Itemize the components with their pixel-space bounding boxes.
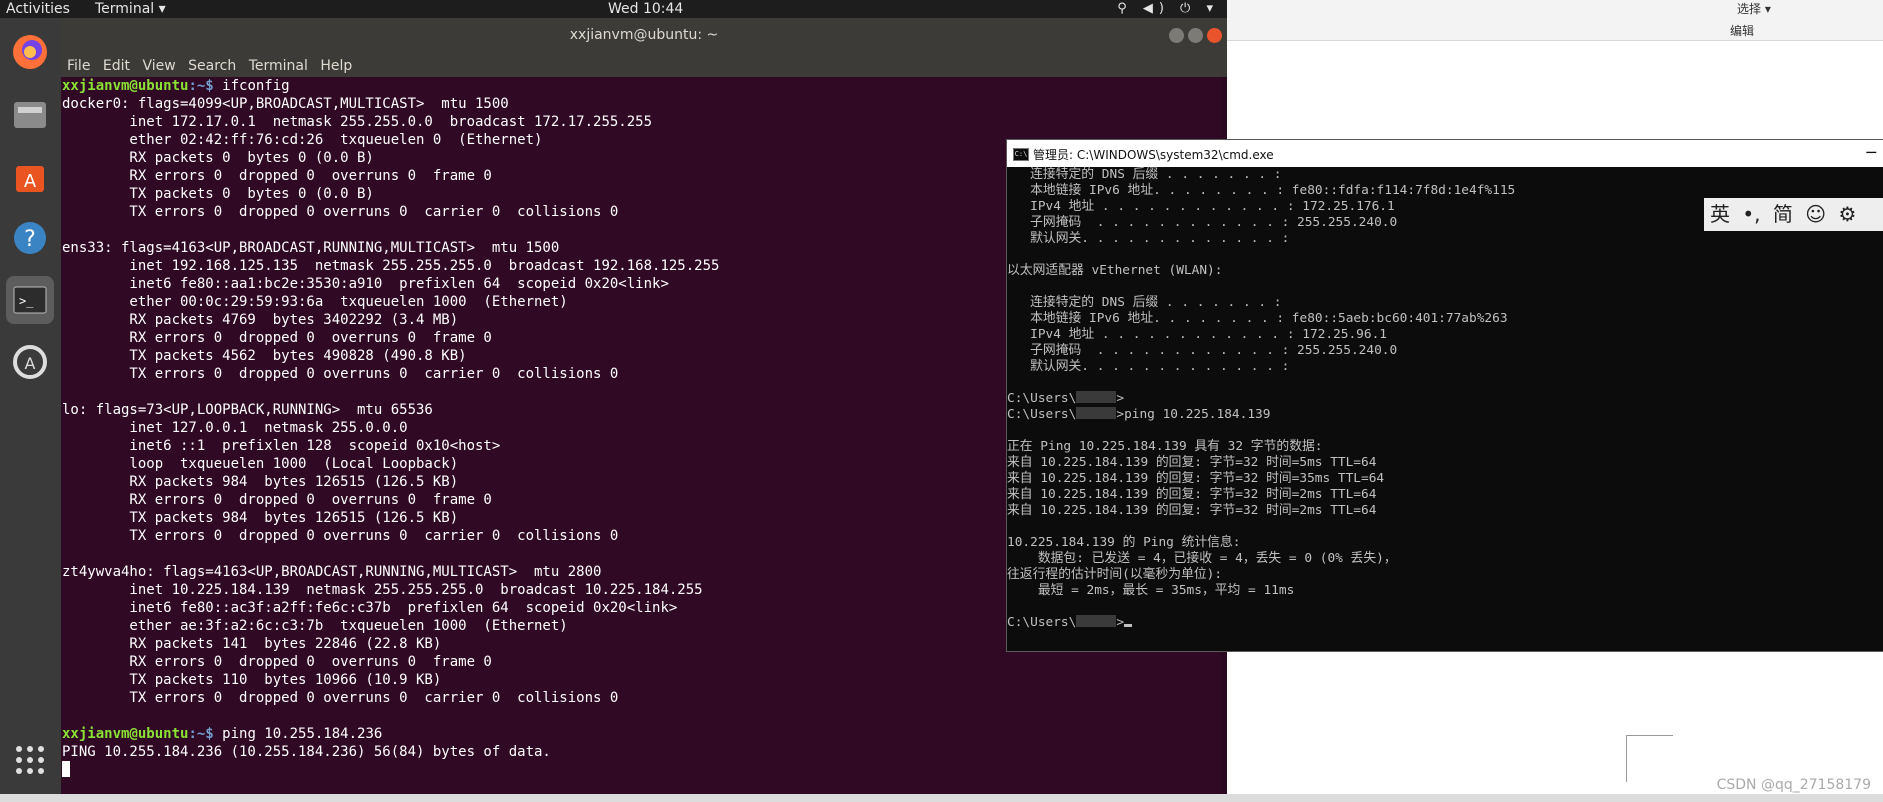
activities-button[interactable]: Activities [6, 0, 70, 18]
terminal-cursor [62, 761, 70, 777]
redacted-username [1076, 391, 1117, 403]
prompt-path: :~$ [188, 726, 223, 742]
select-button[interactable]: 选择 ▾ [1737, 0, 1771, 17]
cmd-prompt-prefix: C:\Users\ [1007, 391, 1077, 406]
close-button[interactable] [1207, 28, 1222, 43]
cmd-app-icon: C:\ [1013, 148, 1029, 161]
ping-output: PING 10.255.184.236 (10.255.184.236) 56(… [62, 744, 551, 760]
menu-terminal[interactable]: Terminal [249, 55, 308, 77]
status-strip [0, 794, 1883, 802]
gnome-top-bar: Activities Terminal ▾ Wed 10:44 ⚲ ◀) ⏻ ▾ [0, 0, 1227, 18]
watermark: CSDN @qq_27158179 [1716, 777, 1871, 793]
terminal-titlebar[interactable]: xxjianvm@ubuntu: ~ [61, 18, 1227, 55]
gear-icon[interactable]: ⚙ [1838, 198, 1856, 231]
ime-punctuation-toggle[interactable]: •, [1742, 198, 1760, 231]
ipconfig-output: 连接特定的 DNS 后缀 . . . . . . . : 本地链接 IPv6 地… [1007, 167, 1516, 374]
command-ifconfig: ifconfig [222, 78, 290, 94]
clock[interactable]: Wed 10:44 [608, 0, 683, 18]
menu-edit[interactable]: Edit [103, 55, 130, 77]
minimize-icon[interactable]: ─ [1866, 143, 1876, 162]
svg-text:A: A [25, 354, 36, 373]
terminal-menubar: File Edit View Search Terminal Help [61, 55, 1227, 77]
terminal-title: xxjianvm@ubuntu: ~ [569, 27, 719, 43]
firefox-icon[interactable] [6, 28, 54, 76]
document-corner-mark [1626, 735, 1673, 782]
files-icon[interactable] [6, 90, 54, 138]
prompt-user: xxjianvm@ubuntu [62, 726, 189, 742]
menu-search[interactable]: Search [188, 55, 236, 77]
cmd-title: 管理员: C:\WINDOWS\system32\cmd.exe [1033, 148, 1274, 162]
minimize-button[interactable] [1169, 28, 1184, 43]
cmd-prompt-end: > [1116, 407, 1125, 422]
cmd-prompt-end: > [1116, 615, 1125, 630]
prompt-user: xxjianvm@ubuntu [62, 78, 189, 94]
svg-text:?: ? [24, 227, 36, 252]
cmd-prompt-prefix: C:\Users\ [1007, 407, 1077, 422]
ime-language-toggle[interactable]: 英 [1710, 198, 1730, 231]
cmd-cursor [1124, 624, 1133, 627]
system-tray[interactable]: ⚲ ◀) ⏻ ▾ [1117, 0, 1219, 18]
cmd-prompt-end: > [1116, 391, 1125, 406]
edit-group-label: 编辑 [1730, 24, 1755, 38]
ime-toolbar: 英 •, 简 ☺ ⚙ [1704, 198, 1883, 231]
redacted-username [1076, 615, 1117, 627]
menu-file[interactable]: File [67, 55, 90, 77]
menu-help[interactable]: Help [320, 55, 352, 77]
ubuntu-dock: A ? >_ A [0, 18, 61, 794]
cmd-ping-command: ping 10.225.184.139 [1124, 407, 1271, 422]
software-center-icon[interactable]: A [6, 152, 54, 200]
prompt-path: :~$ [188, 78, 223, 94]
command-ping: ping 10.255.184.236 [222, 726, 383, 742]
menu-view[interactable]: View [142, 55, 175, 77]
emoji-icon[interactable]: ☺ [1805, 198, 1826, 231]
svg-text:>_: >_ [19, 294, 34, 308]
svg-text:A: A [24, 171, 37, 192]
ping-results: 正在 Ping 10.225.184.139 具有 32 字节的数据: 来自 1… [1007, 439, 1397, 598]
help-icon[interactable]: ? [6, 214, 54, 262]
show-applications-icon[interactable] [6, 736, 54, 784]
cmd-prompt-prefix: C:\Users\ [1007, 615, 1077, 630]
maximize-button[interactable] [1188, 28, 1203, 43]
host-app-ribbon: 选择 ▾ 编辑 [1227, 0, 1883, 41]
ime-simplified-toggle[interactable]: 简 [1773, 198, 1793, 231]
redacted-username [1076, 407, 1117, 419]
terminal-icon[interactable]: >_ [6, 276, 54, 324]
app-menu-terminal[interactable]: Terminal ▾ [95, 0, 166, 18]
cmd-output[interactable]: 连接特定的 DNS 后缀 . . . . . . . : 本地链接 IPv6 地… [1007, 167, 1883, 651]
ifconfig-output: docker0: flags=4099<UP,BROADCAST,MULTICA… [62, 96, 720, 706]
cmd-titlebar[interactable]: C:\ 管理员: C:\WINDOWS\system32\cmd.exe ─ [1007, 140, 1883, 167]
software-update-icon[interactable]: A [6, 338, 54, 386]
